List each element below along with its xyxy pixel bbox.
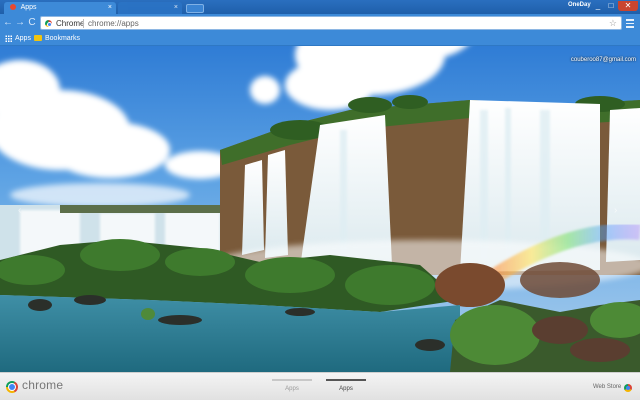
tab-apps[interactable]: Apps × — [4, 2, 116, 14]
forward-arrow-icon[interactable]: → — [14, 17, 26, 29]
reload-icon[interactable]: C — [26, 17, 38, 29]
page-tab-label: Apps — [285, 386, 299, 392]
chrome-logo-icon — [6, 381, 18, 393]
bookmarks-bar: Apps Bookmarks — [0, 32, 640, 46]
toolbar: ← → C Chrome chrome://apps ☆ — [0, 14, 640, 32]
bottom-shelf: chrome Apps Apps Web Store — [0, 372, 640, 400]
bookmark-folder[interactable]: Bookmarks — [34, 33, 80, 45]
chrome-menu-icon[interactable] — [626, 17, 636, 29]
tab-close-icon[interactable]: × — [174, 2, 178, 14]
url-text[interactable]: chrome://apps — [88, 18, 139, 29]
scheme-label: Chrome — [56, 19, 85, 28]
bookmark-folder-label: Bookmarks — [45, 35, 81, 42]
wallpaper-waterfall — [0, 0, 640, 400]
apps-grid-icon — [5, 34, 12, 42]
close-window-icon[interactable]: ✕ — [618, 1, 638, 11]
folder-icon — [34, 35, 42, 42]
tab-close-icon[interactable]: × — [108, 2, 112, 14]
page-tab-label: Apps — [339, 386, 353, 392]
new-tab-button[interactable] — [186, 4, 204, 13]
tab-strip: Apps × × OneDay _ □ ✕ — [0, 0, 640, 14]
tab-title: Apps — [20, 4, 37, 11]
tab-favicon-icon — [10, 4, 16, 11]
previous-page-icon[interactable]: ‹ — [18, 205, 21, 216]
profile-email[interactable]: couberoo87@gmail.com — [571, 57, 636, 63]
bookmark-apps[interactable]: Apps — [5, 33, 31, 45]
page-indicator-bar — [272, 379, 312, 381]
address-divider — [83, 19, 84, 28]
page-indicator-bar — [326, 379, 366, 381]
chrome-wordmark: chrome — [22, 378, 64, 392]
address-bar[interactable]: Chrome chrome://apps ☆ — [40, 16, 622, 30]
page-switcher-tab[interactable]: Apps — [272, 375, 312, 399]
maximize-icon[interactable]: □ — [605, 1, 617, 11]
back-arrow-icon[interactable]: ← — [2, 17, 14, 29]
next-page-icon[interactable]: › — [614, 205, 617, 216]
page-switcher-tab-active[interactable]: Apps — [326, 375, 366, 399]
chrome-page-icon — [45, 20, 52, 27]
tab-background[interactable]: × — [118, 2, 182, 14]
bookmark-star-icon[interactable]: ☆ — [609, 17, 617, 29]
bookmark-apps-label: Apps — [15, 35, 31, 42]
waterfall-image — [0, 0, 640, 400]
minimize-icon[interactable]: _ — [592, 1, 604, 11]
profile-badge[interactable]: OneDay — [568, 2, 591, 8]
web-store-link[interactable]: Web Store — [593, 384, 621, 390]
web-store-icon[interactable] — [624, 384, 632, 392]
